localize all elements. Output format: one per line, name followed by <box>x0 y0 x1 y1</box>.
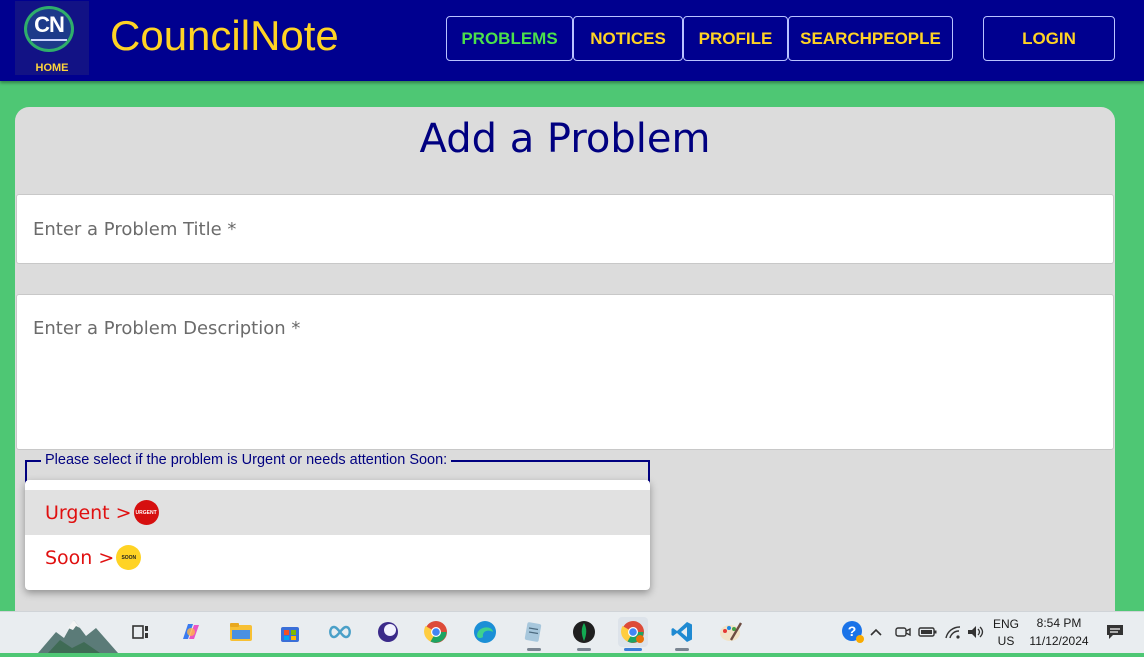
chrome-profile-icon[interactable] <box>618 617 648 651</box>
nav-notices-button[interactable]: NOTICES <box>573 16 683 61</box>
option-soon-label: Soon > <box>45 546 115 569</box>
priority-dropdown-menu: Urgent > URGENT Soon > SOON <box>25 480 650 590</box>
help-icon[interactable]: ? <box>838 617 868 647</box>
windows-taskbar: ? ENG US 8:54 PM 11/12/2024 <box>0 611 1144 653</box>
problem-title-input[interactable] <box>17 195 1113 263</box>
logo-home-label: HOME <box>35 62 69 74</box>
option-urgent[interactable]: Urgent > URGENT <box>25 490 650 535</box>
problem-description-field <box>16 294 1114 450</box>
copilot-icon[interactable] <box>176 617 206 647</box>
nav-problems-button[interactable]: PROBLEMS <box>446 16 573 61</box>
battery-icon[interactable] <box>917 617 939 647</box>
option-soon[interactable]: Soon > SOON <box>25 535 650 580</box>
clock-time[interactable]: 8:54 PM <box>1026 616 1092 630</box>
region-indicator: US <box>997 634 1015 648</box>
chevron-up-icon[interactable] <box>866 617 886 647</box>
nav-searchpeople-button[interactable]: SEARCHPEOPLE <box>788 16 953 61</box>
top-navbar: CN HOME CouncilNote PROBLEMS NOTICES PRO… <box>0 0 1144 81</box>
notification-center-icon[interactable] <box>1100 617 1130 647</box>
problem-title-field <box>16 194 1114 264</box>
eclipse-app-icon[interactable] <box>373 617 403 647</box>
logo-text: CN <box>34 12 65 37</box>
mongodb-compass-icon[interactable] <box>569 617 599 651</box>
urgent-badge-icon: URGENT <box>133 500 159 525</box>
language-indicator[interactable]: ENG <box>990 617 1022 631</box>
volume-icon[interactable] <box>965 617 987 647</box>
edge-icon[interactable] <box>470 617 500 647</box>
home-logo[interactable]: CN HOME <box>15 1 89 75</box>
meet-now-icon[interactable] <box>893 617 913 647</box>
problem-description-input[interactable] <box>17 295 1113 445</box>
priority-legend: Please select if the problem is Urgent o… <box>41 452 452 468</box>
logo-circle: CN <box>24 6 74 52</box>
option-urgent-label: Urgent > <box>45 501 132 524</box>
weather-widget-icon[interactable] <box>38 612 118 653</box>
add-problem-card: Add a Problem Please select if the probl… <box>15 107 1115 627</box>
paint-icon[interactable] <box>716 617 746 647</box>
vscode-icon[interactable] <box>667 617 697 651</box>
nav-login-button[interactable]: LOGIN <box>983 16 1115 61</box>
nav-profile-button[interactable]: PROFILE <box>683 16 788 61</box>
wifi-icon[interactable] <box>942 617 964 647</box>
infinity-app-icon[interactable] <box>325 617 355 647</box>
task-view-icon[interactable] <box>126 617 156 647</box>
file-explorer-icon[interactable] <box>226 617 256 647</box>
notepad-icon[interactable] <box>519 617 549 651</box>
clock-date: 11/12/2024 <box>1029 634 1089 648</box>
microsoft-store-icon[interactable] <box>275 617 305 647</box>
soon-badge-icon: SOON <box>116 545 142 570</box>
page-title: Add a Problem <box>419 116 711 162</box>
chrome-icon[interactable] <box>421 617 451 647</box>
svg-text:?: ? <box>848 623 857 639</box>
brand-title: CouncilNote <box>110 12 339 59</box>
